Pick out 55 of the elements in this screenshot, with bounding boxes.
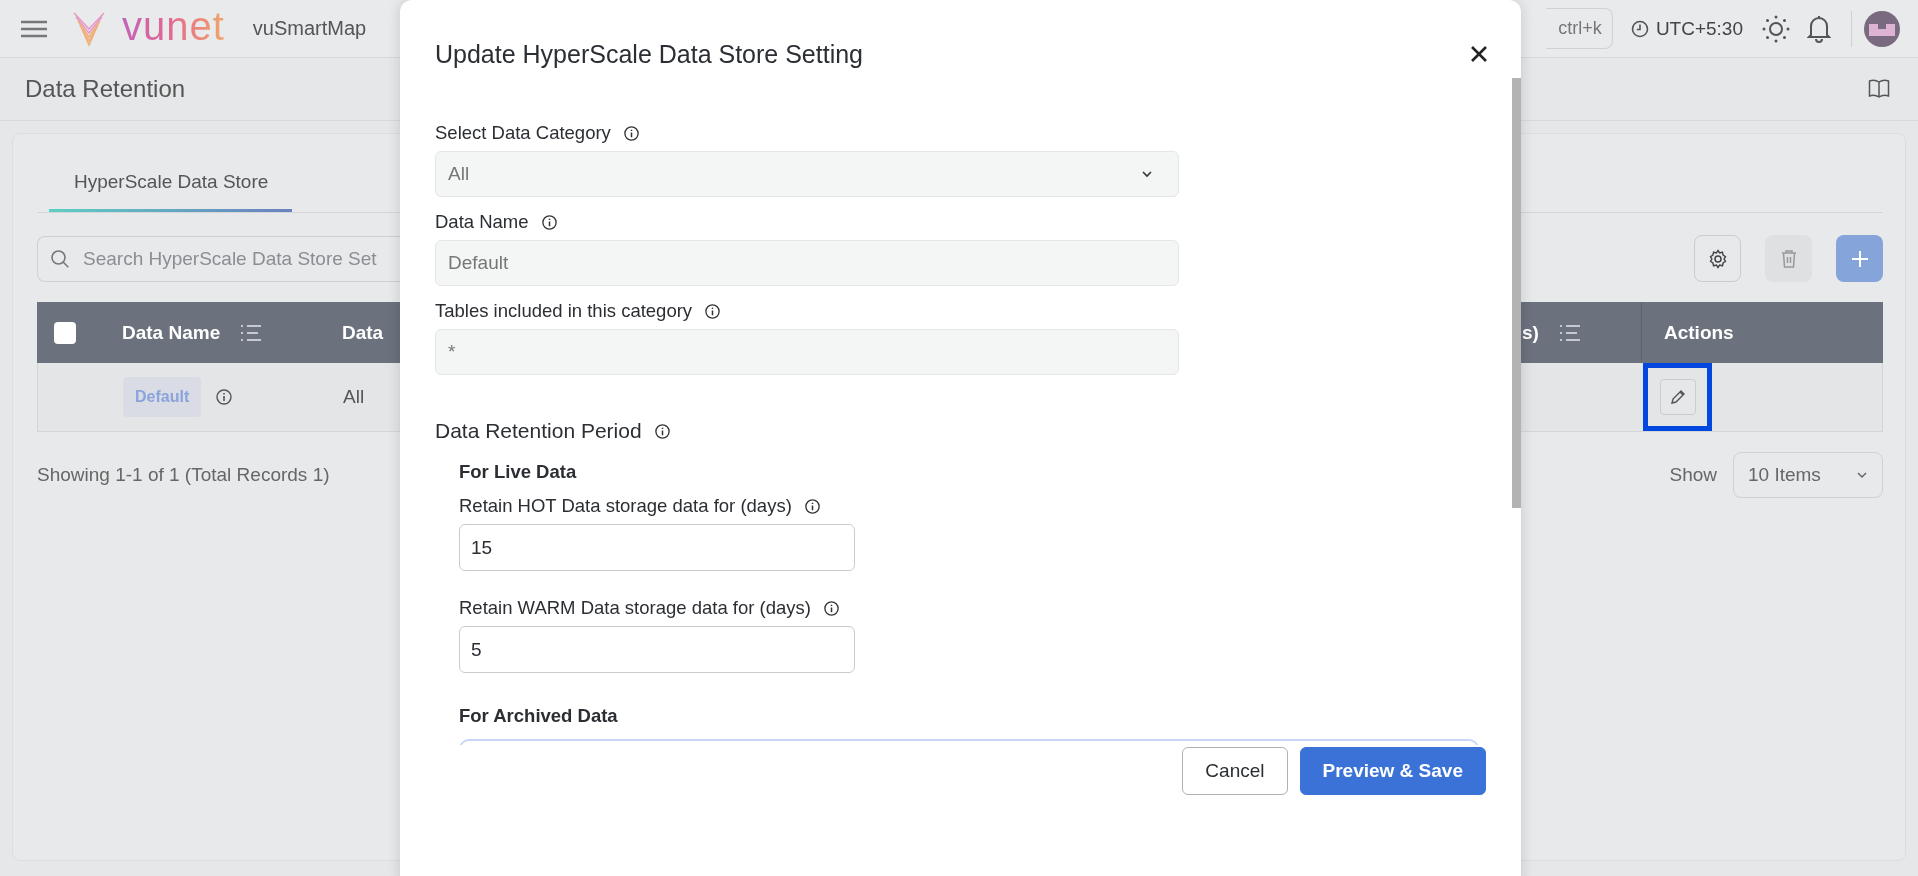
column-header[interactable]: Actions	[1664, 321, 1734, 344]
avatar-icon[interactable]	[1864, 10, 1900, 47]
field-label: Retain HOT Data storage data for (days)	[459, 495, 792, 517]
info-icon[interactable]	[653, 422, 671, 440]
dialog-title: Update HyperScale Data Store Setting	[435, 39, 863, 69]
page-size-select[interactable]: 10 Items	[1733, 452, 1883, 498]
checkbox[interactable]	[54, 321, 76, 344]
section-title: Data Retention Period	[435, 419, 642, 443]
chevron-down-icon	[1141, 170, 1153, 178]
pencil-icon	[1668, 388, 1687, 406]
field-label: Tables included in this category	[435, 300, 693, 322]
subsection-title: For Archived Data	[459, 705, 619, 727]
records-summary: Showing 1-1 of 1 (Total Records 1)	[37, 464, 330, 486]
subsection-title: For Live Data	[459, 461, 578, 483]
trash-icon	[1779, 248, 1798, 269]
show-label: Show	[1669, 464, 1717, 486]
tab[interactable]: HyperScale Data Store	[49, 167, 293, 212]
info-icon[interactable]	[540, 213, 558, 231]
menu-icon[interactable]	[20, 19, 48, 38]
list-icon[interactable]	[1558, 323, 1581, 342]
sun-icon[interactable]	[1761, 13, 1791, 44]
column-header[interactable]: Data	[342, 321, 384, 344]
settings-button[interactable]	[1694, 235, 1741, 282]
field-label: Data Name	[435, 211, 529, 233]
bell-icon[interactable]	[1807, 13, 1831, 44]
plus-icon	[1849, 248, 1870, 269]
search-shortcut-field[interactable]: ctrl+k	[1546, 8, 1613, 49]
input-field[interactable]: 5	[459, 626, 855, 673]
page-title: Data Retention	[25, 75, 186, 103]
field-label: Select Data Category	[435, 122, 611, 144]
column-header[interactable]: Data Name	[122, 321, 263, 344]
info-icon[interactable]	[704, 302, 722, 320]
scrollbar[interactable]	[1512, 78, 1521, 508]
close-icon	[1469, 44, 1489, 64]
input-field[interactable]: 15	[459, 524, 855, 571]
chevron-logo-icon	[72, 10, 106, 47]
cancel-button[interactable]: Cancel	[1182, 747, 1288, 795]
settings-icon	[1707, 248, 1728, 269]
chevron-down-icon	[1856, 471, 1868, 479]
field-label: Retain WARM Data storage data for (days)	[459, 597, 811, 619]
info-icon[interactable]	[215, 388, 234, 406]
edit-button[interactable]	[1659, 379, 1696, 415]
info-icon[interactable]	[823, 599, 840, 617]
info-icon[interactable]	[803, 497, 821, 515]
list-icon[interactable]	[240, 323, 263, 342]
book-icon[interactable]	[1868, 79, 1890, 99]
column-header[interactable]: s)	[1522, 321, 1581, 344]
info-icon[interactable]	[622, 124, 640, 142]
timezone-label[interactable]: UTC+5:30	[1655, 17, 1743, 40]
save-button[interactable]: Preview & Save	[1299, 747, 1486, 795]
name-badge: Default	[123, 377, 202, 417]
search-icon	[50, 248, 70, 269]
table-cell: All	[343, 386, 365, 408]
product-name: vuSmartMap	[252, 17, 367, 40]
clock-icon	[1630, 19, 1649, 38]
